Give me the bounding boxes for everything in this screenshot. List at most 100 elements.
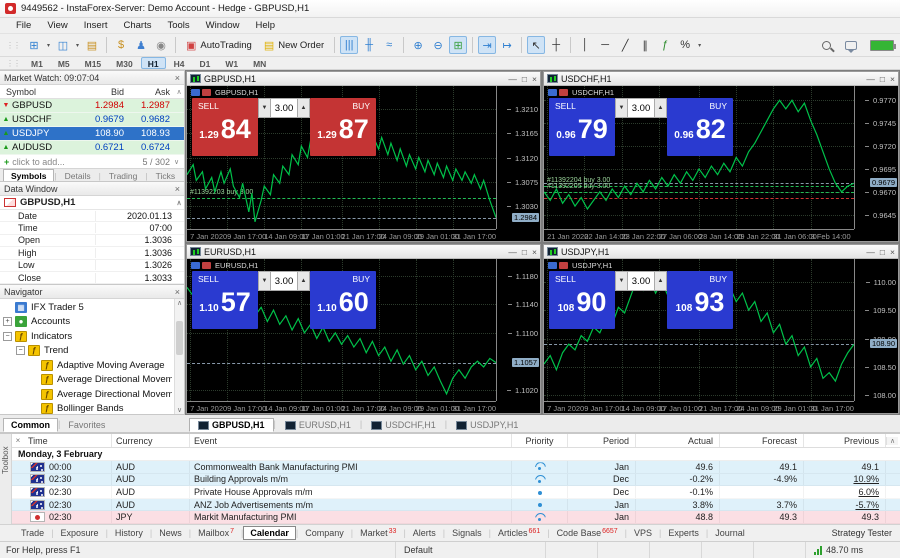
chart-tab-eurusd[interactable]: EURUSD,H1 bbox=[276, 418, 360, 432]
toolbox-tab-market[interactable]: Market 33 bbox=[353, 526, 403, 540]
minimize-icon[interactable]: — bbox=[508, 247, 517, 257]
volume-up-button[interactable]: ▲ bbox=[654, 271, 667, 291]
column-currency[interactable]: Currency bbox=[112, 434, 190, 448]
sell-button[interactable]: SELL 0.96 79 bbox=[549, 98, 615, 156]
volume-down-button[interactable]: ▼ bbox=[615, 271, 628, 291]
toolbox-tab-journal[interactable]: Journal bbox=[708, 526, 752, 540]
calendar-event-row[interactable]: 02:30 AUD Building Approvals m/m Dec -0.2% -4… bbox=[12, 473, 900, 487]
time-axis[interactable]: 7 Jan 2020 9 Jan 17:00 14 Jan 09:00 17 Jan … bbox=[544, 401, 854, 413]
toolbox-side-strip[interactable]: Toolbox bbox=[0, 434, 12, 524]
close-icon[interactable]: × bbox=[890, 74, 895, 84]
tree-expander-icon[interactable]: − bbox=[3, 331, 12, 341]
history-center-icon[interactable]: ▤ bbox=[83, 36, 101, 54]
time-axis[interactable]: 21 Jan 2020 22 Jan 14:00 23 Jan 22:00 27 Ja… bbox=[544, 229, 854, 241]
volume-up-button[interactable]: ▲ bbox=[654, 98, 667, 118]
depth-toggle-icon[interactable] bbox=[559, 262, 568, 269]
toolbox-tab-company[interactable]: Company bbox=[298, 526, 351, 540]
market-watch-row-usdjpy[interactable]: ▲ USDJPY 108.90 108.93 bbox=[0, 127, 184, 141]
menu-charts[interactable]: Charts bbox=[116, 20, 160, 31]
close-icon[interactable]: × bbox=[890, 247, 895, 257]
price-scale[interactable]: 1.3210 1.3165 1.3120 1.3075 1.3030 1.2984 bbox=[496, 86, 540, 229]
market-watch-icon[interactable]: $ bbox=[112, 36, 130, 54]
timeframe-d1[interactable]: D1 bbox=[192, 57, 217, 69]
price-scale[interactable]: 110.00109.50109.00108.50108.00108.90 bbox=[854, 259, 898, 401]
strategy-tester-label[interactable]: Strategy Tester bbox=[832, 528, 900, 538]
navigator-close-icon[interactable]: × bbox=[175, 287, 180, 297]
auto-scroll-icon[interactable]: ⇥ bbox=[478, 36, 497, 54]
market-watch-row-gbpusd[interactable]: ▼ GBPUSD 1.2984 1.2987 bbox=[0, 99, 184, 113]
buy-button[interactable]: BUY 0.96 82 bbox=[667, 98, 733, 156]
objects-caret[interactable]: ▾ bbox=[695, 36, 704, 54]
zoom-out-icon[interactable]: ⊖ bbox=[429, 36, 447, 54]
maximize-icon[interactable]: □ bbox=[522, 74, 527, 84]
chart-tab-usdjpy[interactable]: USDJPY,H1 bbox=[447, 418, 527, 432]
panel-toggle-icon[interactable] bbox=[548, 262, 557, 269]
minimize-icon[interactable]: — bbox=[866, 247, 875, 257]
chat-icon[interactable] bbox=[845, 40, 857, 53]
calendar-event-row[interactable]: 02:30 JPY Markit Manufacturing PMI Jan 48.8 4… bbox=[12, 511, 900, 524]
chart-window-titlebar[interactable]: USDCHF,H1 — □ × bbox=[544, 72, 898, 86]
search-icon[interactable] bbox=[822, 40, 831, 50]
indicators-icon[interactable]: ƒ bbox=[656, 36, 674, 54]
buy-button[interactable]: BUY 1.10 60 bbox=[310, 271, 376, 329]
column-event[interactable]: Event bbox=[190, 434, 512, 448]
close-icon[interactable]: × bbox=[532, 247, 537, 257]
chart-body[interactable]: USDCHF,H1 SELL 0.96 79 ▼ 3.00 ▲ BUY 0.96 82 #11392… bbox=[544, 86, 898, 241]
scroll-up-icon[interactable]: ∧ bbox=[174, 88, 184, 96]
market-watch-close-icon[interactable]: × bbox=[175, 73, 180, 83]
chart-body[interactable]: EURUSD,H1 SELL 1.10 57 ▼ 3.00 ▲ BUY 1.10 60 1.1180… bbox=[187, 259, 540, 413]
tab-favorites[interactable]: Favorites bbox=[60, 418, 113, 432]
price-scale[interactable]: 0.9770 0.9745 0.9720 0.9695 0.9670 0.9645 0.96… bbox=[854, 86, 898, 229]
objects-icon[interactable]: % bbox=[676, 36, 694, 54]
calendar-event-row[interactable]: 00:00 AUD Commonwealth Bank Manufacturing … bbox=[12, 461, 900, 474]
scroll-down-icon[interactable]: ∨ bbox=[174, 158, 184, 166]
menu-tools[interactable]: Tools bbox=[159, 20, 197, 31]
toolbox-tab-trade[interactable]: Trade bbox=[14, 526, 51, 540]
toolbox-close-icon[interactable]: × bbox=[12, 436, 24, 445]
toolbox-tab-mailbox[interactable]: Mailbox 7 bbox=[191, 526, 241, 540]
toolbox-tab-signals[interactable]: Signals bbox=[445, 526, 489, 540]
timeframe-h1[interactable]: H1 bbox=[140, 57, 166, 69]
line-chart-icon[interactable]: ≈ bbox=[380, 36, 398, 54]
calendar-event-row[interactable]: 02:30 AUD ANZ Job Advertisements m/m Jan 3.8… bbox=[12, 498, 900, 512]
crosshair-icon[interactable]: ┼ bbox=[547, 36, 565, 54]
toolbox-tab-history[interactable]: History bbox=[108, 526, 150, 540]
new-order-button[interactable]: ▤ New Order bbox=[258, 36, 330, 54]
chart-window-titlebar[interactable]: USDJPY,H1 — □ × bbox=[544, 245, 898, 259]
menu-help[interactable]: Help bbox=[247, 20, 283, 31]
zoom-in-icon[interactable]: ⊕ bbox=[409, 36, 427, 54]
volume-down-button[interactable]: ▼ bbox=[258, 271, 271, 291]
sell-button[interactable]: SELL 1.29 84 bbox=[192, 98, 258, 156]
tab-common[interactable]: Common bbox=[3, 418, 58, 432]
toolbox-tab-news[interactable]: News bbox=[152, 526, 189, 540]
minimize-icon[interactable]: — bbox=[508, 74, 517, 84]
column-previous[interactable]: Previous bbox=[804, 434, 886, 448]
tree-accounts[interactable]: + ● Accounts bbox=[3, 315, 172, 330]
maximize-icon[interactable]: □ bbox=[880, 74, 885, 84]
depth-toggle-icon[interactable] bbox=[202, 89, 211, 96]
event-previous[interactable]: 6.0% bbox=[804, 486, 886, 498]
volume-input[interactable]: 3.00 bbox=[628, 271, 654, 291]
signal-icon[interactable]: ◉ bbox=[152, 36, 170, 54]
price-scale[interactable]: 1.1180 1.1140 1.1100 1.1020 1.1057 bbox=[496, 259, 540, 401]
time-axis[interactable]: 7 Jan 2020 9 Jan 17:00 14 Jan 09:00 17 Jan … bbox=[187, 401, 496, 413]
timeframe-m1[interactable]: M1 bbox=[24, 57, 50, 69]
sell-button[interactable]: SELL 1.10 57 bbox=[192, 271, 258, 329]
calendar-scroll-up-icon[interactable]: ∧ bbox=[886, 436, 898, 445]
tree-expander-icon[interactable]: + bbox=[3, 317, 12, 327]
menu-view[interactable]: View bbox=[39, 20, 75, 31]
chart-body[interactable]: GBPUSD,H1 SELL 1.29 84 ▼ 3.00 ▲ BUY 1.29 87 #11392… bbox=[187, 86, 540, 241]
volume-down-button[interactable]: ▼ bbox=[615, 98, 628, 118]
navigator-scrollbar[interactable]: ∧ ∨ bbox=[174, 299, 184, 414]
panel-toggle-icon[interactable] bbox=[191, 89, 200, 96]
event-previous[interactable]: 10.9% bbox=[804, 473, 886, 486]
chart-window-titlebar[interactable]: EURUSD,H1 — □ × bbox=[187, 245, 540, 259]
navigator-icon[interactable]: ♟ bbox=[132, 36, 150, 54]
chart-tab-usdchf[interactable]: USDCHF,H1 bbox=[362, 418, 445, 432]
timeframe-w1[interactable]: W1 bbox=[218, 57, 245, 69]
market-watch-add-row[interactable]: + click to add... 5 / 302 ∨ bbox=[0, 155, 184, 168]
tile-windows-icon[interactable]: ⊞ bbox=[449, 36, 468, 54]
column-forecast[interactable]: Forecast bbox=[720, 434, 804, 448]
add-symbol-hint[interactable]: click to add... bbox=[12, 157, 65, 167]
volume-input[interactable]: 3.00 bbox=[271, 98, 297, 118]
